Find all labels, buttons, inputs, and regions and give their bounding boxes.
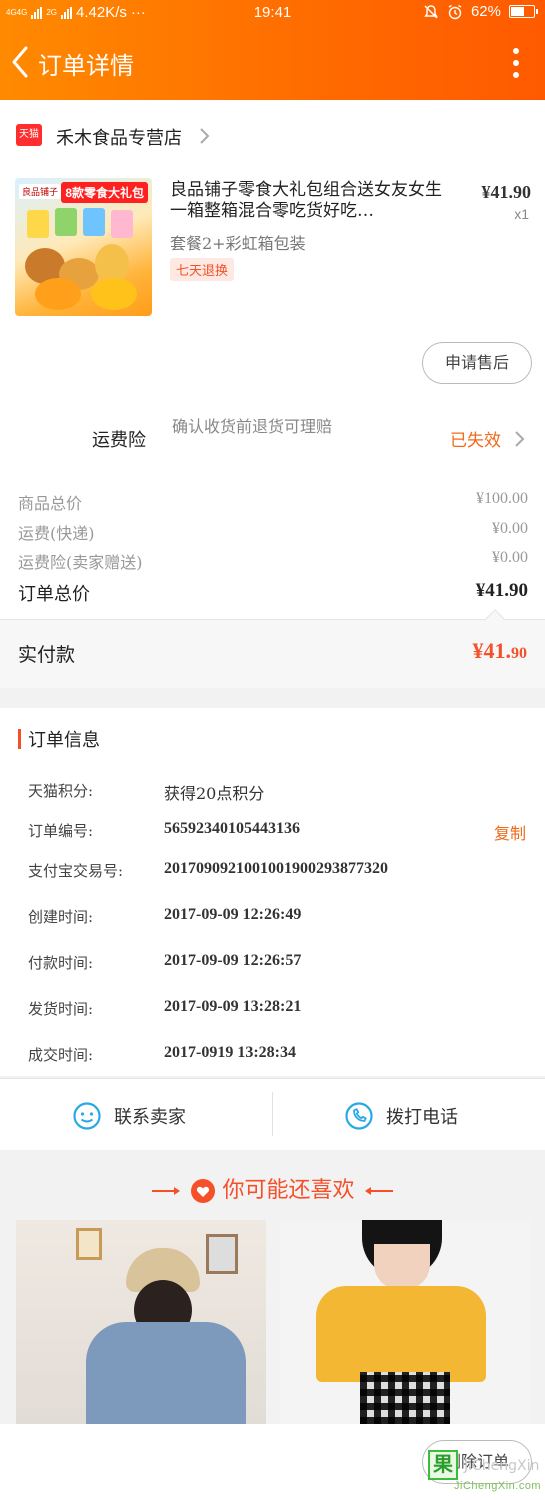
recommend-card-tee[interactable]: [280, 1220, 530, 1424]
status-right: 62%: [423, 3, 538, 20]
product-spec: 套餐2+彩虹箱包装: [170, 234, 306, 253]
recommend-heading: 你可能还喜欢: [0, 1172, 545, 1204]
arrow-decoration-right-icon: [364, 1187, 393, 1196]
divider: [0, 619, 545, 620]
info-value: 2017090921001001900293877320: [164, 860, 388, 877]
cost-value: ¥100.00: [476, 490, 528, 507]
info-row-completed: 成交时间: 2017-0919 13:28:34: [28, 1044, 528, 1068]
info-key: 天猫积分:: [28, 782, 94, 800]
info-row-shipped: 发货时间: 2017-09-09 13:28:21: [28, 998, 528, 1022]
product-title[interactable]: 良品铺子零食大礼包组合送女友女生一箱整箱混合零吃货好吃…: [170, 180, 448, 222]
info-value: 2017-0919 13:28:34: [164, 1044, 296, 1061]
watermark-box: 果: [428, 1450, 458, 1480]
app-header: 4G4G 2G 4.42K/s ··· 19:41 62% 订单详情: [0, 0, 545, 100]
return-badge: 七天退换: [170, 258, 235, 281]
cost-row-insurance: 运费险(卖家赠送) ¥0.00: [18, 549, 528, 573]
chevron-right-icon[interactable]: [198, 126, 212, 146]
cost-label: 商品总价: [18, 494, 83, 513]
recommend-card-denim[interactable]: [16, 1220, 266, 1424]
product-image-brand: 良品铺子: [19, 184, 62, 199]
info-row-order-no: 订单编号: 56592340105443136 复制: [28, 820, 528, 844]
info-row-alipay: 支付宝交易号: 2017090921001001900293877320: [28, 860, 528, 884]
cost-row-total: 订单总价 ¥41.90: [18, 580, 528, 605]
cost-label: 运费(快递): [18, 524, 95, 543]
insurance-status[interactable]: 已失效: [450, 426, 501, 451]
status-bar: 4G4G 2G 4.42K/s ··· 19:41 62%: [0, 0, 545, 28]
more-vertical-icon[interactable]: [513, 48, 519, 78]
call-button[interactable]: 拨打电话: [344, 1092, 458, 1140]
snack-pack: [83, 208, 105, 236]
contact-seller-label: 联系卖家: [114, 1107, 186, 1128]
paid-value-decimal: 90: [511, 645, 527, 662]
battery-percent: 62%: [470, 3, 501, 20]
snack-pack: [27, 210, 49, 238]
cost-row-goods: 商品总价 ¥100.00: [18, 490, 528, 514]
info-row-paid: 付款时间: 2017-09-09 12:26:57: [28, 952, 528, 976]
product-qty: x1: [514, 206, 529, 222]
denim-jacket: [86, 1322, 246, 1424]
info-key: 发货时间:: [28, 1000, 94, 1018]
order-info-heading: 订单信息: [28, 730, 100, 751]
chevron-right-icon[interactable]: [514, 430, 526, 448]
plaid-skirt: [360, 1372, 450, 1424]
snack-pack: [111, 210, 133, 238]
info-value: 56592340105443136: [164, 820, 300, 837]
chevron-left-icon[interactable]: [8, 44, 34, 80]
shop-name[interactable]: 禾木食品专营店: [56, 124, 182, 150]
recommend-title: 你可能还喜欢: [222, 1177, 355, 1202]
product-image[interactable]: 良品铺子 8款零食大礼包: [15, 178, 152, 316]
product-image-tag: 8款零食大礼包: [61, 182, 148, 203]
info-row-created: 创建时间: 2017-09-09 12:26:49: [28, 906, 528, 930]
wall-frame: [206, 1234, 238, 1274]
cost-value: ¥0.00: [492, 549, 528, 566]
cost-value: ¥0.00: [492, 520, 528, 537]
info-value: 获得20点积分: [164, 784, 265, 803]
info-value: 2017-09-09 13:28:21: [164, 998, 302, 1015]
arrow-decoration-left-icon: [152, 1187, 181, 1196]
info-key: 支付宝交易号:: [28, 862, 124, 880]
product-price: ¥41.90: [481, 182, 532, 202]
alarm-icon: [448, 4, 462, 19]
cost-label: 运费险(卖家赠送): [18, 553, 143, 572]
paid-value: ¥41.90: [473, 638, 528, 664]
copy-button[interactable]: 复制: [494, 820, 526, 844]
snack-pack: [55, 208, 77, 236]
snack-mango: [35, 278, 81, 310]
face: [374, 1244, 430, 1290]
wall-frame: [76, 1228, 102, 1260]
after-sale-button[interactable]: 申请售后: [422, 342, 532, 384]
watermark-name: JiChengXin: [464, 1458, 540, 1474]
insurance-desc: 确认收货前退货可理赔: [172, 417, 333, 436]
paid-label: 实付款: [18, 644, 76, 666]
paid-section: [0, 619, 545, 688]
action-divider: [272, 1092, 273, 1136]
tmall-badge-icon: 天猫: [16, 124, 42, 146]
info-value: 2017-09-09 12:26:57: [164, 952, 302, 969]
info-row-points: 天猫积分: 获得20点积分: [28, 780, 528, 804]
order-total-label: 订单总价: [18, 584, 90, 605]
info-value: 2017-09-09 12:26:49: [164, 906, 302, 923]
paid-value-main: ¥41.: [472, 638, 512, 663]
battery-icon: [509, 5, 538, 18]
insurance-label: 运费险: [92, 430, 146, 451]
heart-icon: [191, 1179, 216, 1204]
yellow-tshirt: [316, 1286, 486, 1382]
cost-row-shipping: 运费(快递) ¥0.00: [18, 520, 528, 544]
info-key: 付款时间:: [28, 954, 94, 972]
section-accent-bar: [18, 729, 21, 749]
contact-seller-button[interactable]: 联系卖家: [72, 1092, 186, 1140]
phone-icon: [345, 1102, 373, 1130]
chat-face-icon: [73, 1102, 101, 1130]
snack-mango: [91, 278, 137, 310]
battery-fill: [511, 7, 525, 16]
page-title: 订单详情: [38, 52, 134, 80]
info-key: 订单编号:: [28, 822, 94, 840]
order-total-value: ¥41.90: [475, 580, 528, 601]
info-key: 创建时间:: [28, 908, 94, 926]
info-key: 成交时间:: [28, 1046, 94, 1064]
call-label: 拨打电话: [386, 1107, 458, 1128]
watermark-logo: 果 JiChengXin JiChengXin.com: [428, 1450, 542, 1496]
mute-icon: [424, 4, 438, 18]
watermark-url: JiChengXin.com: [454, 1480, 542, 1492]
